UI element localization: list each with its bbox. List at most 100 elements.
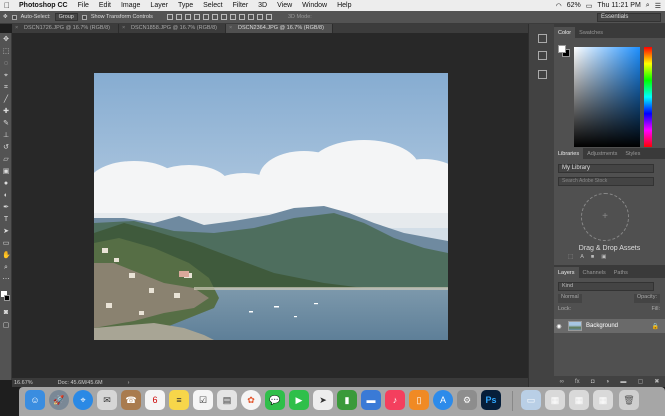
close-icon[interactable]: × bbox=[15, 25, 18, 31]
messages-icon[interactable]: 💬 bbox=[265, 390, 285, 410]
color-picker-field[interactable] bbox=[574, 47, 640, 147]
auto-select-checkbox[interactable] bbox=[11, 14, 17, 20]
tab-adjustments[interactable]: Adjustments bbox=[583, 148, 621, 159]
library-dropdown[interactable]: My Library bbox=[558, 164, 654, 173]
trash-icon[interactable]: ✖ bbox=[654, 378, 659, 385]
contacts-icon[interactable]: ☎ bbox=[121, 390, 141, 410]
app-store-icon[interactable]: A bbox=[433, 390, 453, 410]
character-panel-icon[interactable] bbox=[538, 70, 547, 79]
itunes-icon[interactable]: ♪ bbox=[385, 390, 405, 410]
rectangle-tool-icon[interactable]: ▭ bbox=[2, 240, 10, 248]
opacity-label[interactable]: Opacity: bbox=[633, 294, 660, 303]
blur-tool-icon[interactable]: ● bbox=[2, 180, 10, 188]
close-icon[interactable]: × bbox=[122, 25, 125, 31]
brush-tool-icon[interactable]: ✎ bbox=[2, 120, 10, 128]
keynote-icon[interactable]: ▬ bbox=[361, 390, 381, 410]
pen-tool-icon[interactable]: ✒ bbox=[2, 204, 10, 212]
distribute-icon[interactable] bbox=[265, 14, 272, 20]
menu-type[interactable]: Type bbox=[173, 2, 198, 9]
wifi-icon[interactable]: ◠ bbox=[556, 2, 562, 10]
menu-select[interactable]: Select bbox=[198, 2, 227, 9]
menu-image[interactable]: Image bbox=[116, 2, 145, 9]
hand-tool-icon[interactable]: ✋ bbox=[2, 252, 11, 260]
distribute-icon[interactable] bbox=[238, 14, 245, 20]
menu-app[interactable]: Photoshop CC bbox=[14, 2, 73, 9]
align-icon[interactable] bbox=[202, 14, 209, 20]
fill-label[interactable]: Fill: bbox=[651, 306, 660, 315]
downloads-stack-icon[interactable]: ▦ bbox=[545, 390, 565, 410]
eyedropper-tool-icon[interactable]: ╱ bbox=[2, 96, 10, 104]
tab-paths[interactable]: Paths bbox=[610, 267, 632, 278]
layer-style-icon[interactable]: fx bbox=[575, 379, 580, 385]
photoshop-icon[interactable]: Ps bbox=[481, 390, 501, 410]
reminders-icon[interactable]: ☑ bbox=[193, 390, 213, 410]
layer-row[interactable]: ◉ Background 🔒 bbox=[554, 319, 665, 333]
distribute-icon[interactable] bbox=[220, 14, 227, 20]
show-transform-checkbox[interactable] bbox=[81, 14, 87, 20]
distribute-icon[interactable] bbox=[229, 14, 236, 20]
maps-icon[interactable]: ➤ bbox=[313, 390, 333, 410]
zoom-tool-icon[interactable]: ⌕ bbox=[2, 264, 10, 272]
new-layer-icon[interactable]: ▢ bbox=[638, 378, 644, 385]
tab-swatches[interactable]: Swatches bbox=[575, 27, 607, 38]
history-panel-icon[interactable] bbox=[538, 34, 547, 43]
distribute-icon[interactable] bbox=[256, 14, 263, 20]
apple-menu-icon[interactable]:  bbox=[0, 1, 14, 10]
drop-zone-plus-icon[interactable]: + bbox=[581, 193, 629, 241]
link-layers-icon[interactable]: ∞ bbox=[560, 379, 564, 385]
battery-icon[interactable]: ▭ bbox=[586, 2, 593, 10]
tab-document-2[interactable]: × DSCN1858.JPG @ 16.7% (RGB/8) bbox=[119, 24, 226, 33]
quick-select-tool-icon[interactable]: ⌖ bbox=[2, 72, 10, 80]
more-tools-icon[interactable]: ⋯ bbox=[2, 276, 10, 284]
workspace-dropdown[interactable]: Essentials bbox=[597, 13, 661, 22]
menu-3d[interactable]: 3D bbox=[253, 2, 272, 9]
add-style-icon[interactable]: ▣ bbox=[601, 254, 606, 260]
numbers-icon[interactable]: ▮ bbox=[337, 390, 357, 410]
ibooks-icon[interactable]: ▯ bbox=[409, 390, 429, 410]
tab-layers[interactable]: Layers bbox=[554, 267, 579, 278]
close-icon[interactable]: × bbox=[229, 25, 232, 31]
document-image[interactable] bbox=[94, 73, 448, 340]
layer-filter-dropdown[interactable]: Kind bbox=[558, 282, 654, 291]
finder-icon[interactable]: ☺ bbox=[25, 390, 45, 410]
gradient-tool-icon[interactable]: ▣ bbox=[2, 168, 10, 176]
add-text-icon[interactable]: A bbox=[580, 254, 584, 260]
add-mask-icon[interactable]: ◘ bbox=[591, 379, 595, 385]
search-icon[interactable]: ⌕ bbox=[646, 2, 650, 10]
system-preferences-icon[interactable]: ⚙ bbox=[457, 390, 477, 410]
menu-window[interactable]: Window bbox=[297, 2, 332, 9]
visibility-eye-icon[interactable]: ◉ bbox=[554, 323, 564, 330]
preview-icon[interactable]: ▤ bbox=[217, 390, 237, 410]
auto-select-dropdown[interactable]: Group bbox=[54, 13, 78, 21]
tab-document-3[interactable]: × DSCN2364.JPG @ 16.7% (RGB/8) bbox=[225, 24, 333, 33]
tab-libraries[interactable]: Libraries bbox=[554, 148, 584, 159]
new-group-icon[interactable]: ▬ bbox=[620, 379, 626, 385]
menu-file[interactable]: File bbox=[73, 2, 94, 9]
clock[interactable]: Thu 11:21 PM bbox=[597, 2, 640, 9]
safari-icon[interactable]: ⌖ bbox=[73, 390, 93, 410]
type-tool-icon[interactable]: T bbox=[2, 216, 10, 224]
add-graphic-icon[interactable]: ⬚ bbox=[568, 254, 573, 260]
folder-icon[interactable]: ▭ bbox=[521, 390, 541, 410]
crop-tool-icon[interactable]: ⌗ bbox=[2, 84, 10, 92]
facetime-icon[interactable]: ▶ bbox=[289, 390, 309, 410]
menu-view[interactable]: View bbox=[272, 2, 297, 9]
background-color-swatch[interactable] bbox=[4, 295, 10, 301]
lock-icon[interactable]: 🔒 bbox=[652, 323, 659, 330]
history-brush-tool-icon[interactable]: ↺ bbox=[2, 144, 10, 152]
blend-mode-dropdown[interactable]: Normal bbox=[558, 294, 582, 303]
healing-brush-tool-icon[interactable]: ✚ bbox=[2, 108, 10, 116]
align-icon[interactable] bbox=[175, 14, 182, 20]
foreground-swatch[interactable] bbox=[558, 45, 566, 53]
tab-color[interactable]: Color bbox=[554, 27, 576, 38]
align-icon[interactable] bbox=[193, 14, 200, 20]
quick-mask-icon[interactable]: ◙ bbox=[2, 309, 10, 317]
documents-stack-icon[interactable]: ▦ bbox=[569, 390, 589, 410]
stock-search-input[interactable]: Search Adobe Stock bbox=[558, 177, 654, 186]
move-tool-icon[interactable]: ✥ bbox=[2, 36, 10, 44]
marquee-tool-icon[interactable]: ⬚ bbox=[2, 48, 10, 56]
properties-panel-icon[interactable] bbox=[538, 51, 547, 60]
align-icon[interactable] bbox=[166, 14, 173, 20]
hue-slider[interactable] bbox=[644, 47, 652, 147]
layer-name[interactable]: Background bbox=[586, 323, 618, 329]
